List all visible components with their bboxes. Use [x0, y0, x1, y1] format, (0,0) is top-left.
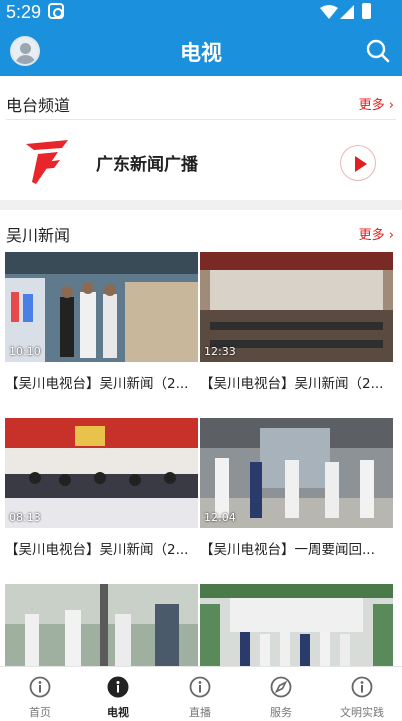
channel-name: 广东新闻广播: [96, 155, 198, 175]
tab-label: 电视: [107, 706, 129, 719]
news-more-link[interactable]: 更多 ›: [359, 224, 394, 243]
radio-section-title: 电台频道: [6, 96, 71, 115]
news-card[interactable]: 12:33 【吴川电视台】吴川新闻（2...: [200, 252, 393, 392]
video-duration: 08:13: [9, 511, 41, 524]
tab-civilization-practice[interactable]: 文明实践: [322, 667, 402, 721]
radio-more-link[interactable]: 更多 ›: [359, 94, 394, 113]
page-title: 电视: [180, 41, 222, 65]
tab-live[interactable]: 直播: [160, 667, 240, 721]
status-bar: 5:29: [0, 0, 402, 26]
news-caption: 【吴川电视台】一周要闻回...: [200, 542, 375, 558]
signal-icon: [340, 5, 354, 19]
news-section-title: 吴川新闻: [6, 226, 71, 245]
news-card[interactable]: 10:10 【吴川电视台】吴川新闻（2...: [5, 252, 198, 392]
news-card[interactable]: 08:13 【吴川电视台】吴川新闻（2...: [5, 418, 198, 558]
tv-screen: 5:29 电视 电台频道 更多 › 广东新闻广播 吴川新闻 更多 › 10:10…: [0, 0, 402, 721]
play-button[interactable]: [340, 145, 376, 181]
news-thumbnail: 10:10: [5, 252, 198, 362]
info-icon: [351, 676, 373, 698]
tab-service[interactable]: 服务: [241, 667, 321, 721]
news-thumbnail: 12:33: [200, 252, 393, 362]
tab-label: 文明实践: [340, 706, 384, 719]
tab-tv[interactable]: 电视: [78, 667, 158, 721]
news-thumbnail: 12:04: [200, 418, 393, 528]
news-thumbnail: 08:13: [5, 418, 198, 528]
status-time: 5:29: [6, 2, 42, 22]
app-notification-icon: [48, 3, 64, 19]
news-section-header: 吴川新闻 更多 ›: [0, 210, 402, 252]
video-duration: 12:04: [204, 511, 236, 524]
news-caption: 【吴川电视台】吴川新闻（2...: [5, 376, 189, 392]
gdtv-logo-icon: [26, 140, 68, 184]
radio-channel-card[interactable]: 广东新闻广播: [0, 120, 402, 206]
news-more-label: 更多: [358, 228, 385, 243]
news-caption: 【吴川电视台】吴川新闻（2...: [200, 376, 384, 392]
tab-home[interactable]: 首页: [0, 667, 80, 721]
wifi-icon: [320, 5, 338, 19]
info-icon: [29, 676, 51, 698]
compass-icon: [270, 676, 292, 698]
news-card[interactable]: 12:04 【吴川电视台】一周要闻回...: [200, 418, 393, 558]
radio-more-label: 更多: [358, 98, 385, 113]
search-icon[interactable]: [366, 39, 390, 63]
battery-icon: [362, 3, 371, 19]
video-duration: 10:10: [9, 345, 41, 358]
tab-label: 首页: [29, 706, 51, 719]
bottom-tab-bar: 首页 电视 直播 服务 文明实践: [0, 666, 402, 721]
info-icon: [107, 676, 129, 698]
info-icon: [189, 676, 211, 698]
section-gap: [0, 200, 402, 210]
app-header: 电视: [0, 26, 402, 76]
video-duration: 12:33: [204, 345, 236, 358]
tab-label: 直播: [189, 706, 211, 719]
tab-label: 服务: [270, 706, 292, 719]
news-caption: 【吴川电视台】吴川新闻（2...: [5, 542, 189, 558]
radio-section-header: 电台频道 更多 ›: [0, 80, 402, 122]
